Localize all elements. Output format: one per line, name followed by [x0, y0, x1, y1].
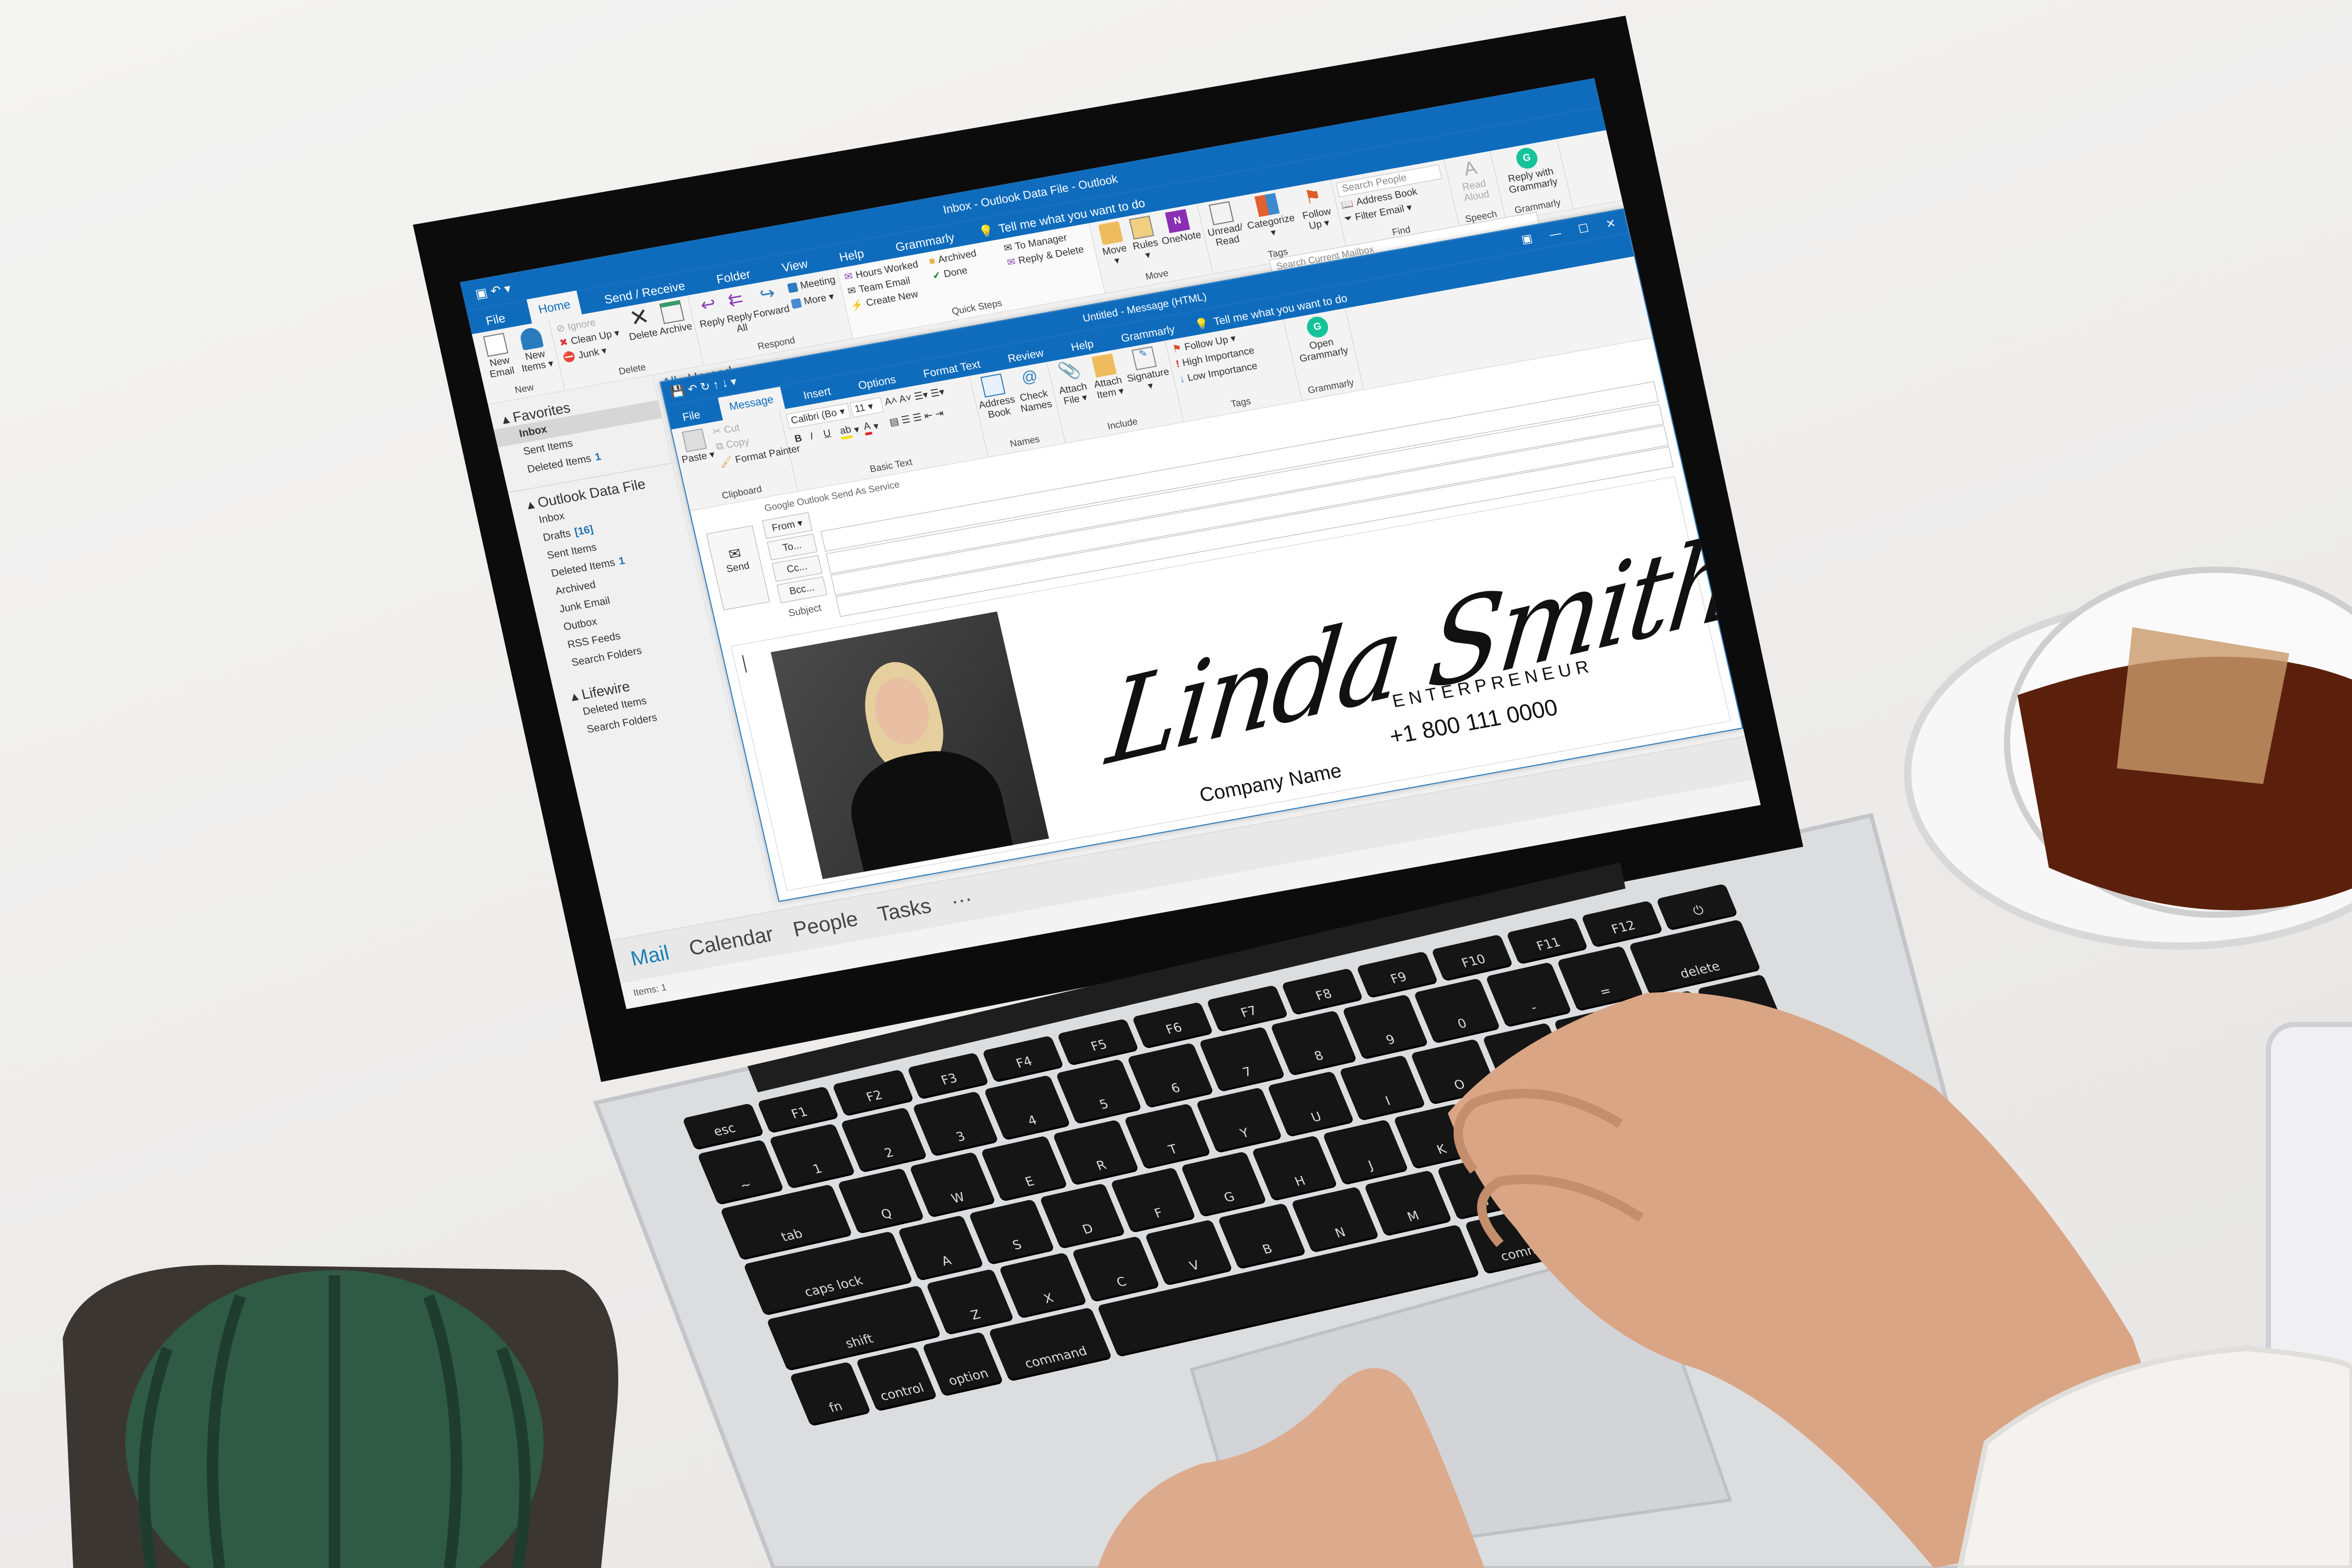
left-hand: [1098, 1368, 1484, 1568]
hands-overlay: [1098, 992, 2352, 1568]
